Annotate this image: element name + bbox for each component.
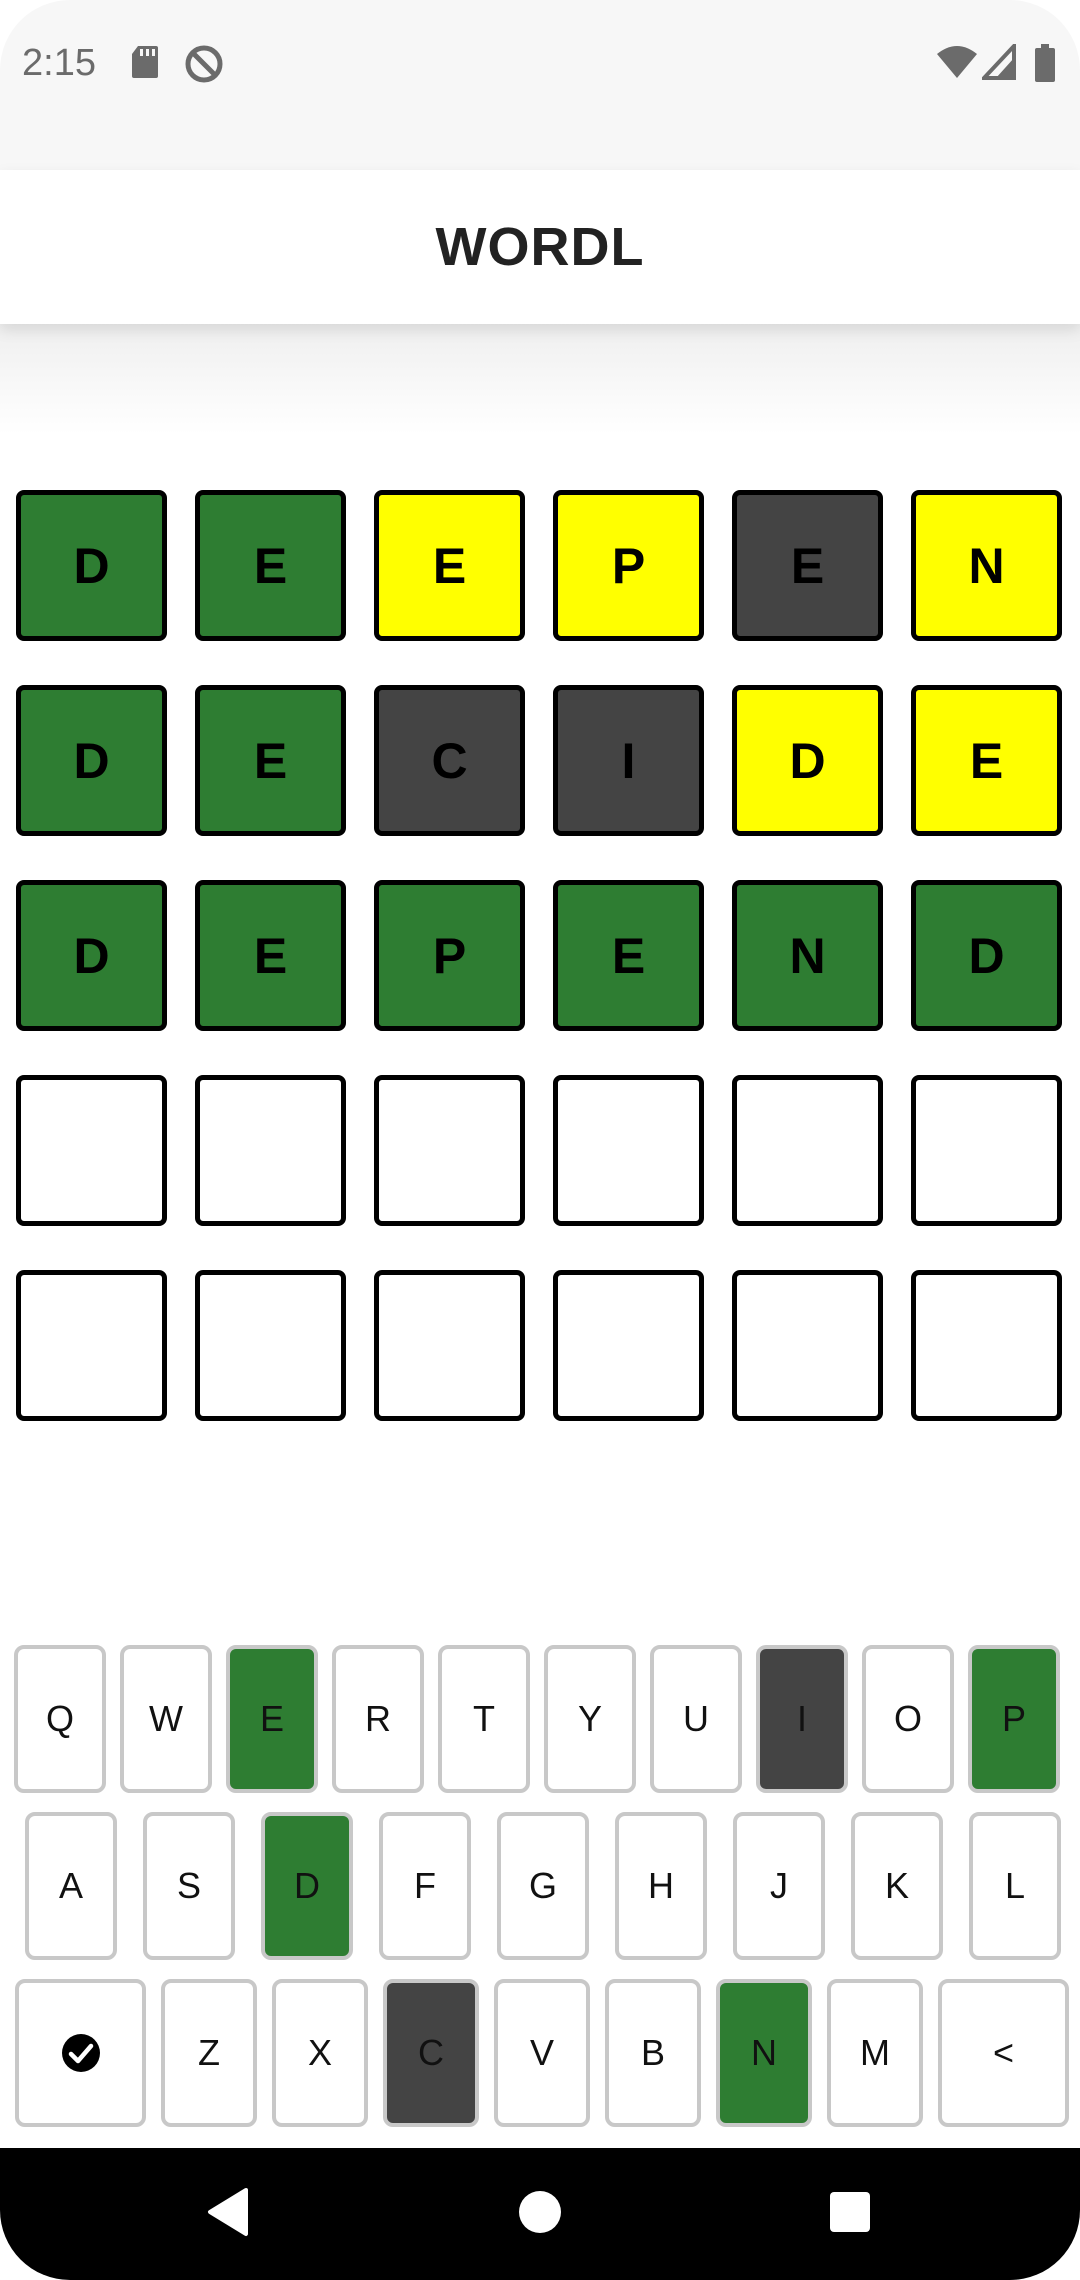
navigation-bar <box>0 2148 1080 2280</box>
wifi-icon <box>937 46 977 78</box>
signal-icon <box>982 44 1016 80</box>
tile-r4-c4 <box>553 1075 704 1226</box>
tile-r3-c4: E <box>553 880 704 1031</box>
key-g[interactable]: G <box>497 1812 589 1960</box>
key-b[interactable]: B <box>605 1979 701 2127</box>
key-l[interactable]: L <box>969 1812 1061 1960</box>
key-r[interactable]: R <box>332 1645 424 1793</box>
tile-r4-c2 <box>195 1075 346 1226</box>
check-circle-icon <box>61 2034 100 2072</box>
tile-r2-c1: D <box>16 685 167 836</box>
sd-card-icon <box>132 46 158 78</box>
tile-r2-c6: E <box>911 685 1062 836</box>
home-icon[interactable] <box>516 2186 564 2238</box>
tile-r3-c2: E <box>195 880 346 1031</box>
back-icon[interactable] <box>204 2186 250 2238</box>
key-i[interactable]: I <box>756 1645 848 1793</box>
key-n[interactable]: N <box>716 1979 812 2127</box>
tile-r3-c6: D <box>911 880 1062 1031</box>
key-c[interactable]: C <box>383 1979 479 2127</box>
key-k[interactable]: K <box>851 1812 943 1960</box>
tile-r5-c6 <box>911 1270 1062 1421</box>
battery-icon <box>1035 44 1055 82</box>
key-d[interactable]: D <box>261 1812 353 1960</box>
submit-key[interactable] <box>15 1979 146 2127</box>
tile-r2-c4: I <box>553 685 704 836</box>
tile-r3-c3: P <box>374 880 525 1031</box>
key-e[interactable]: E <box>226 1645 318 1793</box>
keyboard-row-1: QWERTYUIOP <box>14 1645 1074 1793</box>
tile-r1-c1: D <box>16 490 167 641</box>
game-board: DEEPENDECIDEDEPEND <box>16 490 1062 1421</box>
backspace-key[interactable]: < <box>938 1979 1069 2127</box>
status-time: 2:15 <box>22 42 96 84</box>
recents-icon[interactable] <box>828 2186 872 2238</box>
tile-r1-c4: P <box>553 490 704 641</box>
key-m[interactable]: M <box>827 1979 923 2127</box>
tile-r5-c4 <box>553 1270 704 1421</box>
key-t[interactable]: T <box>438 1645 530 1793</box>
app-bar-shadow <box>0 324 1080 434</box>
key-j[interactable]: J <box>733 1812 825 1960</box>
key-x[interactable]: X <box>272 1979 368 2127</box>
tile-r4-c5 <box>732 1075 883 1226</box>
key-y[interactable]: Y <box>544 1645 636 1793</box>
tile-r5-c2 <box>195 1270 346 1421</box>
key-a[interactable]: A <box>25 1812 117 1960</box>
do-not-disturb-icon <box>185 45 223 83</box>
tile-r4-c1 <box>16 1075 167 1226</box>
key-s[interactable]: S <box>143 1812 235 1960</box>
app-bar: WORDL <box>0 170 1080 324</box>
tile-r5-c5 <box>732 1270 883 1421</box>
tile-r3-c1: D <box>16 880 167 1031</box>
app-title: WORDL <box>435 217 645 277</box>
tile-r4-c3 <box>374 1075 525 1226</box>
tile-r3-c5: N <box>732 880 883 1031</box>
key-w[interactable]: W <box>120 1645 212 1793</box>
tile-r4-c6 <box>911 1075 1062 1226</box>
keyboard-row-2: ASDFGHJKL <box>25 1812 1080 1960</box>
key-z[interactable]: Z <box>161 1979 257 2127</box>
tile-r5-c3 <box>374 1270 525 1421</box>
tile-r2-c5: D <box>732 685 883 836</box>
tile-r5-c1 <box>16 1270 167 1421</box>
tile-r2-c3: C <box>374 685 525 836</box>
key-h[interactable]: H <box>615 1812 707 1960</box>
status-bar: 2:15 <box>0 0 1080 170</box>
key-f[interactable]: F <box>379 1812 471 1960</box>
key-q[interactable]: Q <box>14 1645 106 1793</box>
key-p[interactable]: P <box>968 1645 1060 1793</box>
tile-r1-c6: N <box>911 490 1062 641</box>
keyboard-row-3: Z X C V B N M < <box>15 1979 1080 2127</box>
key-o[interactable]: O <box>862 1645 954 1793</box>
key-v[interactable]: V <box>494 1979 590 2127</box>
tile-r2-c2: E <box>195 685 346 836</box>
key-u[interactable]: U <box>650 1645 742 1793</box>
tile-r1-c3: E <box>374 490 525 641</box>
tile-r1-c5: E <box>732 490 883 641</box>
tile-r1-c2: E <box>195 490 346 641</box>
backspace-icon: < <box>992 2032 1015 2073</box>
